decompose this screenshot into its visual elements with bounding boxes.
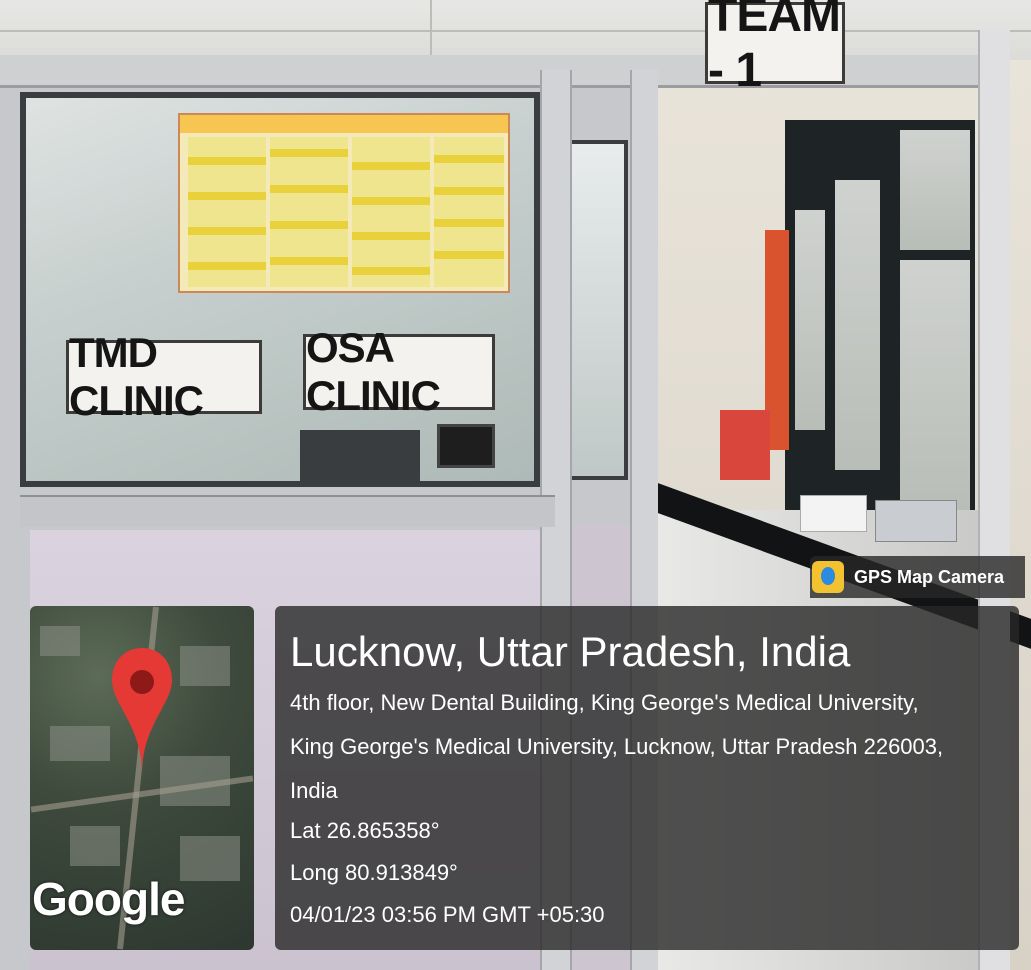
longitude: Long 80.913849°	[290, 860, 458, 885]
location-info-box: Lucknow, Uttar Pradesh, India 4th floor,…	[275, 606, 1019, 950]
metal-case	[875, 500, 957, 542]
address-line-3: India	[290, 778, 338, 803]
osa-clinic-sign: OSA CLINIC	[303, 324, 495, 419]
address-line-2: King George's Medical University, Luckno…	[290, 734, 944, 759]
window-pane	[900, 260, 970, 510]
timestamp: 04/01/23 03:56 PM GMT +05:30	[290, 902, 605, 927]
poster-column	[434, 137, 504, 287]
latitude: Lat 26.865358°	[290, 818, 440, 843]
partition-top-rail	[0, 55, 1010, 88]
window-pane	[835, 180, 880, 470]
window-pane	[900, 130, 970, 250]
books-stack	[800, 495, 867, 532]
address-line-1: 4th floor, New Dental Building, King Geo…	[290, 690, 919, 715]
monitor	[437, 424, 495, 468]
tmd-clinic-sign: TMD CLINIC	[66, 329, 262, 424]
google-watermark: Google	[32, 873, 185, 925]
poster-column	[270, 137, 348, 287]
safety-poster	[178, 113, 510, 293]
gps-camera-badge: GPS Map Camera	[810, 556, 1025, 598]
photo-scene: TEAM - 1 TMD CLINIC OSA CLINIC GPS Map C…	[0, 0, 1031, 970]
desk-equipment	[300, 430, 420, 485]
team-sign: TEAM - 1	[705, 0, 845, 97]
poster-header	[180, 115, 508, 133]
app-name: GPS Map Camera	[854, 566, 1005, 587]
map-thumbnail: Google	[30, 606, 254, 950]
location-title: Lucknow, Uttar Pradesh, India	[290, 628, 851, 675]
partition-side-glass	[566, 140, 628, 480]
gps-map-camera-icon	[812, 561, 844, 593]
poster-column	[188, 137, 266, 287]
red-drawer-unit	[720, 410, 770, 480]
window-pane	[795, 210, 825, 430]
ceiling-grid-line	[0, 30, 1031, 32]
poster-column	[352, 137, 430, 287]
partition-middle-rail	[20, 495, 555, 527]
map-pin-icon	[112, 648, 172, 774]
